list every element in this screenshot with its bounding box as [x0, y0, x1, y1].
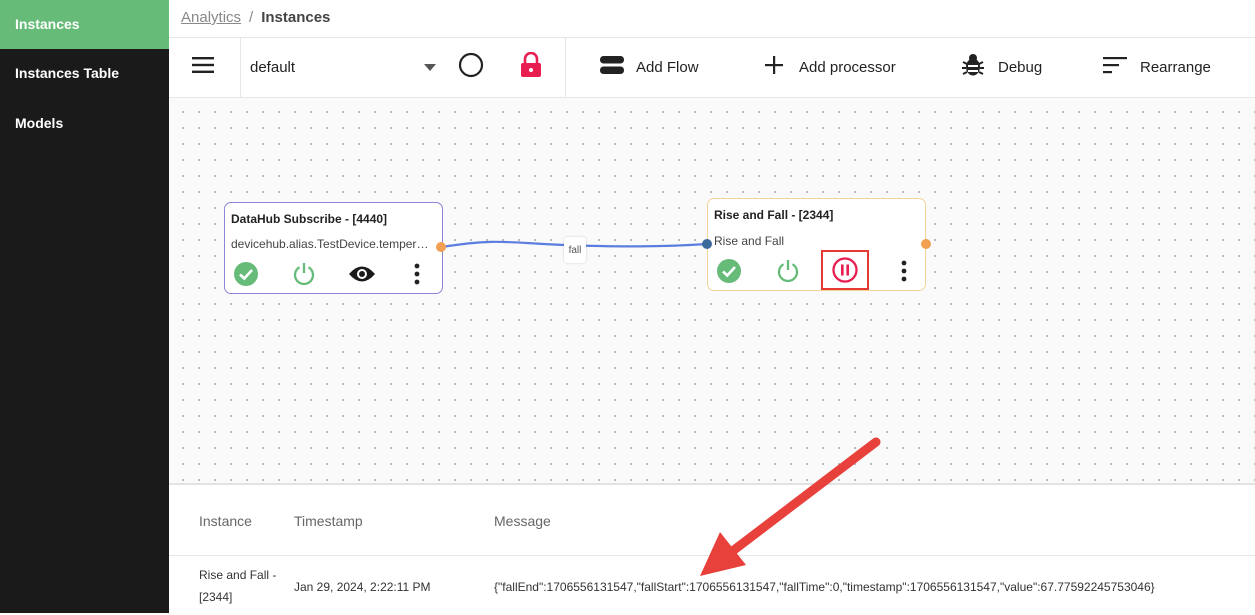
- output-port[interactable]: [921, 239, 931, 249]
- sidebar-item-instances[interactable]: Instances: [0, 0, 169, 49]
- flow-icon: [600, 55, 624, 80]
- circle-outline-icon: [458, 52, 484, 83]
- breadcrumb: Analytics / Instances: [181, 8, 330, 28]
- breadcrumb-separator: /: [249, 9, 254, 26]
- output-port[interactable]: [436, 242, 446, 252]
- log-panel: Instance Timestamp Message Rise and Fall…: [169, 483, 1255, 615]
- rearrange-button[interactable]: Rearrange: [1103, 38, 1211, 97]
- power-icon[interactable]: [291, 261, 317, 287]
- debug-button[interactable]: Debug: [962, 38, 1042, 97]
- column-header-timestamp: Timestamp: [294, 513, 363, 529]
- more-vert-icon[interactable]: [411, 261, 423, 287]
- node-subtitle: Rise and Fall: [714, 234, 785, 248]
- menu-button[interactable]: [191, 38, 215, 97]
- add-processor-label: Add processor: [799, 59, 896, 76]
- input-port[interactable]: [702, 239, 712, 249]
- chevron-down-icon: [424, 59, 436, 76]
- sidebar-item-instances-table[interactable]: Instances Table: [0, 49, 169, 98]
- check-circle-icon[interactable]: [716, 258, 742, 284]
- add-flow-label: Add Flow: [636, 59, 699, 76]
- add-flow-button[interactable]: Add Flow: [600, 38, 699, 97]
- pause-circle-icon[interactable]: [821, 250, 869, 290]
- column-header-instance: Instance: [199, 513, 252, 529]
- toolbar-divider: [565, 38, 566, 97]
- flow-canvas[interactable]: fall DataHub Subscribe - [4440] devicehu…: [169, 98, 1255, 483]
- node-title: DataHub Subscribe - [4440]: [231, 212, 388, 226]
- status-button[interactable]: [458, 38, 484, 97]
- breadcrumb-current: Instances: [261, 9, 331, 26]
- add-processor-button[interactable]: Add processor: [764, 38, 896, 97]
- bug-icon: [962, 53, 984, 82]
- toolbar: default Add Flow Add processor Debug Rea…: [169, 37, 1255, 98]
- more-vert-icon[interactable]: [898, 258, 910, 284]
- node-title: Rise and Fall - [2344]: [714, 208, 834, 222]
- toolbar-divider: [240, 38, 241, 97]
- power-icon[interactable]: [775, 258, 801, 284]
- lock-icon: [520, 51, 542, 83]
- table-cell-instance: Rise and Fall - [2344]: [199, 568, 277, 604]
- edge-label: fall: [564, 237, 586, 263]
- plus-icon: [764, 55, 784, 80]
- node-subtitle: devicehub.alias.TestDevice.temperature: [231, 237, 435, 251]
- flow-select[interactable]: default: [250, 38, 436, 97]
- breadcrumb-analytics-link[interactable]: Analytics: [181, 9, 241, 26]
- column-header-message: Message: [494, 513, 551, 529]
- check-circle-icon[interactable]: [233, 261, 259, 287]
- rearrange-label: Rearrange: [1140, 59, 1211, 76]
- table-divider: [169, 555, 1255, 556]
- processor-node-rise-and-fall[interactable]: Rise and Fall - [2344] Rise and Fall: [707, 198, 926, 291]
- lock-button[interactable]: [520, 38, 542, 97]
- sort-lines-icon: [1103, 56, 1127, 79]
- debug-label: Debug: [998, 59, 1043, 76]
- processor-node-datahub-subscribe[interactable]: DataHub Subscribe - [4440] devicehub.ali…: [224, 202, 443, 294]
- table-cell-timestamp: Jan 29, 2024, 2:22:11 PM: [294, 580, 431, 594]
- flow-select-value: default: [250, 59, 296, 76]
- table-cell-message: {"fallEnd":1706556131547,"fallStart":170…: [494, 580, 1155, 594]
- eye-icon[interactable]: [348, 261, 376, 287]
- hamburger-menu-icon: [191, 55, 215, 80]
- sidebar-item-models[interactable]: Models: [0, 99, 169, 148]
- sidebar: Instances Instances Table Models: [0, 0, 169, 613]
